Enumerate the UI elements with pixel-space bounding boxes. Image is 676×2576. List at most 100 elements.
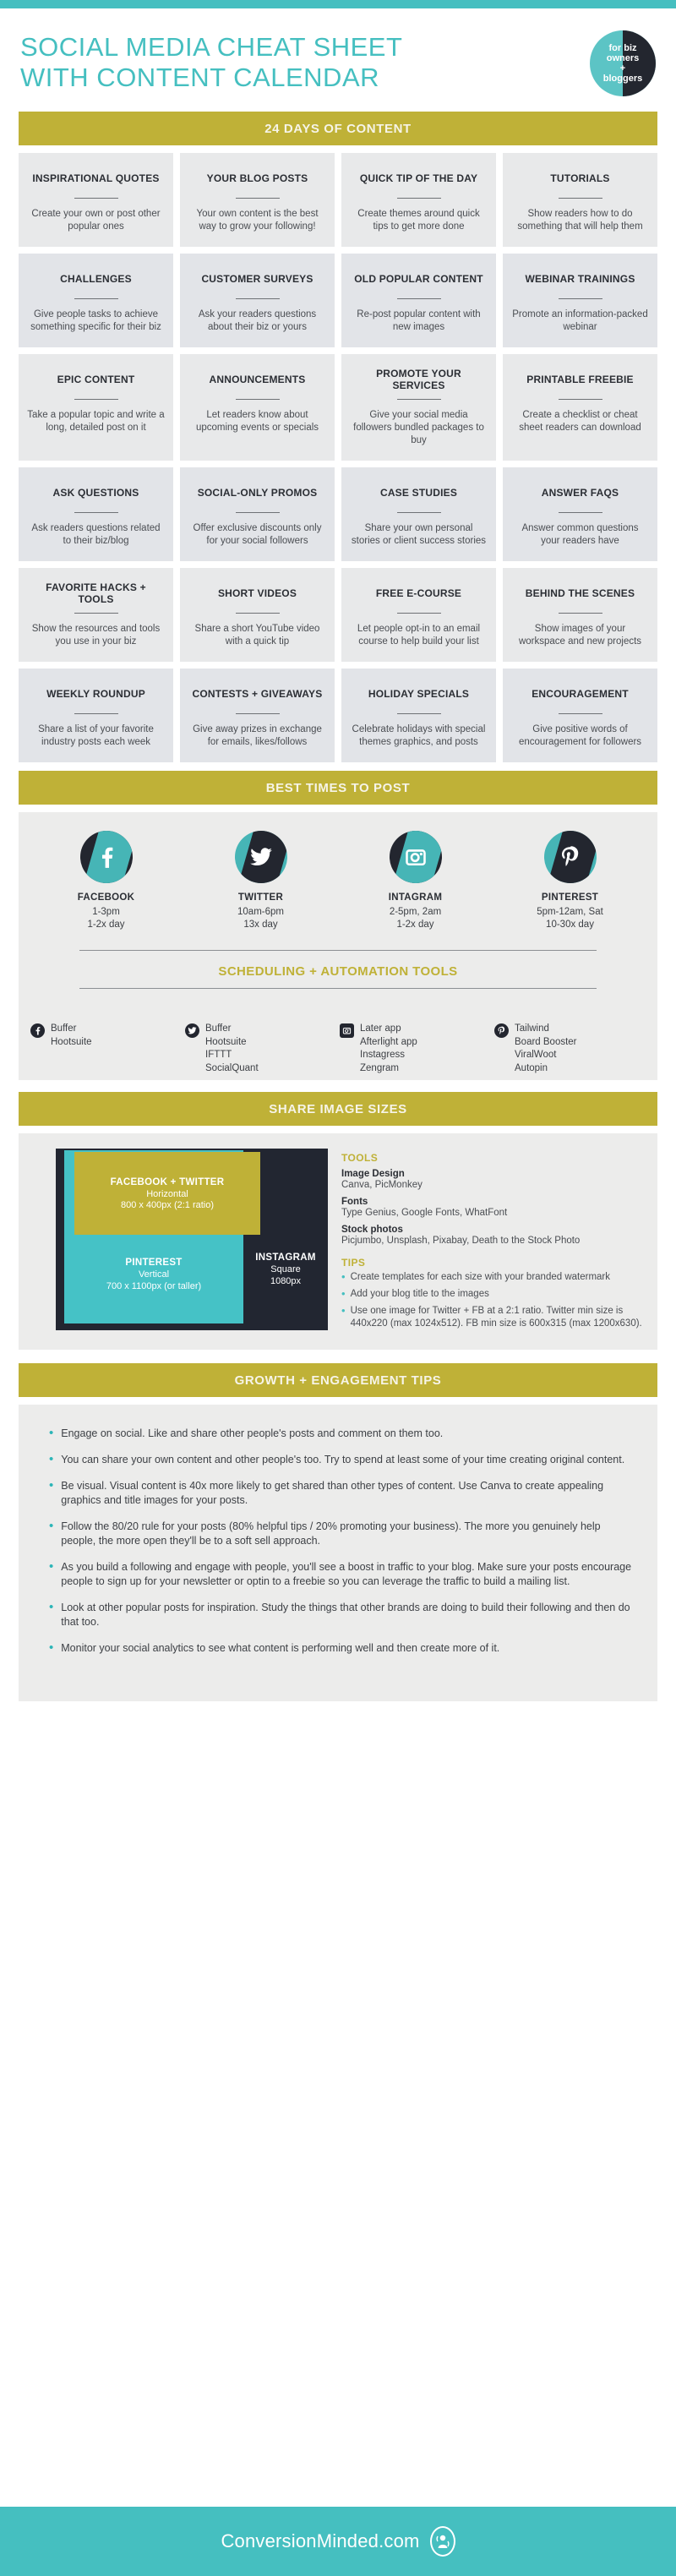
network-best-time: 10am-6pm	[237, 907, 284, 917]
calendar-card-title: INSPIRATIONAL QUOTES	[32, 172, 160, 184]
infographic-page: SOCIAL MEDIA CHEAT SHEET WITH CONTENT CA…	[0, 0, 676, 2576]
fb-tw-orientation: Horizontal	[146, 1188, 188, 1199]
calendar-card-divider	[235, 613, 280, 614]
calendar-card-divider	[74, 198, 118, 199]
calendar-card-description: Share your own personal stories or clien…	[351, 523, 487, 546]
calendar-card-title: YOUR BLOG POSTS	[206, 172, 308, 184]
calendar-card-divider	[558, 298, 602, 299]
page-header: SOCIAL MEDIA CHEAT SHEET WITH CONTENT CA…	[0, 8, 676, 112]
bullet-icon: •	[49, 1452, 54, 1466]
calendar-card-divider	[558, 198, 602, 199]
calendar-card: ENCOURAGEMENT Give positive words of enco…	[503, 669, 657, 762]
content-calendar-grid: INSPIRATIONAL QUOTES Create your own or p…	[19, 153, 657, 762]
network-name: TWITTER	[237, 892, 284, 903]
tool-name: Board Booster	[515, 1036, 577, 1047]
tool-name: IFTTT	[205, 1050, 232, 1060]
scheduling-tool-group: Buffer Hootsuite	[30, 1023, 182, 1075]
tool-name: Zengram	[360, 1062, 400, 1073]
tool-name: ViralWoot	[515, 1050, 557, 1060]
badge-line-1: for biz	[608, 43, 637, 53]
growth-tip-item: • You can share your own content and othe…	[49, 1453, 634, 1467]
calendar-card-divider	[558, 713, 602, 714]
badge-line-4: bloggers	[602, 74, 643, 84]
calendar-card-description: Answer common questions your readers hav…	[521, 523, 639, 546]
calendar-card-divider	[558, 399, 602, 400]
calendar-card-divider	[558, 613, 602, 614]
calendar-card-description: Give away prizes in exchange for emails,…	[193, 724, 322, 747]
calendar-card: ANNOUNCEMENTS Let readers know about upco…	[180, 354, 335, 461]
size-tip-text: Create templates for each size with your…	[350, 1272, 611, 1282]
calendar-card-description: Show images of your workspace and new pr…	[518, 624, 642, 647]
calendar-card-description: Share a list of your favorite industry p…	[38, 724, 154, 747]
image-sizes-banner: SHARE IMAGE SIZES	[19, 1092, 657, 1126]
calendar-card: QUICK TIP OF THE DAY Create themes around…	[341, 153, 496, 247]
tool-name: Buffer	[205, 1023, 232, 1034]
audience-badge: for biz owners + bloggers	[590, 30, 656, 96]
bullet-icon: •	[49, 1519, 54, 1533]
calendar-card-title: ENCOURAGEMENT	[532, 688, 629, 700]
title-line-1: SOCIAL MEDIA CHEAT SHEET	[20, 32, 403, 62]
tool-group-label: Image Design	[341, 1169, 405, 1179]
tool-name: Hootsuite	[51, 1036, 92, 1047]
calendar-card-description: Let people opt-in to an email course to …	[357, 624, 481, 647]
badge-line-3: +	[619, 63, 626, 74]
calendar-card: INSPIRATIONAL QUOTES Create your own or p…	[19, 153, 173, 247]
instagram-icon	[340, 1023, 354, 1038]
calendar-card: OLD POPULAR CONTENT Re-post popular conte…	[341, 254, 496, 347]
tool-name: Autopin	[515, 1062, 548, 1073]
instagram-dimensions: 1080px	[270, 1276, 302, 1286]
calendar-card-divider	[74, 713, 118, 714]
calendar-card-divider	[396, 198, 441, 199]
growth-tip-text: Look at other popular posts for inspirat…	[61, 1602, 630, 1628]
calendar-card-description: Celebrate holidays with special themes g…	[352, 724, 486, 747]
tool-name: Later app	[360, 1023, 401, 1034]
calendar-card: WEEKLY ROUNDUP Share a list of your favor…	[19, 669, 173, 762]
pinterest-orientation: Vertical	[138, 1269, 170, 1280]
facebook-twitter-size-box: FACEBOOK + TWITTER Horizontal 800 x 400p…	[74, 1152, 260, 1235]
calendar-card-description: Share a short YouTube video with a quick…	[194, 624, 320, 647]
bullet-icon: •	[49, 1426, 54, 1440]
calendar-card-divider	[396, 713, 441, 714]
calendar-card: CONTESTS + GIVEAWAYS Give away prizes in …	[180, 669, 335, 762]
network-frequency: 13x day	[243, 920, 278, 930]
network-best-time: 1-3pm	[92, 907, 120, 917]
network-column: INTAGRAM 2-5pm, 2am 1-2x day	[340, 831, 491, 931]
calendar-card-title: FREE E-COURSE	[375, 587, 462, 599]
pinterest-icon	[494, 1023, 509, 1038]
network-best-time: 2-5pm, 2am	[389, 907, 442, 917]
network-column: PINTEREST 5pm-12am, Sat 10-30x day	[494, 831, 646, 931]
tips-heading: TIPS	[341, 1257, 366, 1269]
calendar-card-divider	[396, 613, 441, 614]
tool-group-value: Type Genius, Google Fonts, WhatFont	[341, 1208, 508, 1218]
divider-rule-1	[79, 950, 597, 951]
calendar-card-description: Show the resources and tools you use in …	[31, 624, 161, 647]
calendar-card-title: TUTORIALS	[550, 172, 610, 184]
network-glyph	[544, 831, 597, 883]
calendar-card: YOUR BLOG POSTS Your own content is the b…	[180, 153, 335, 247]
title-line-2: WITH CONTENT CALENDAR	[20, 63, 380, 92]
image-size-diagram: FACEBOOK + TWITTER Horizontal 800 x 400p…	[32, 1149, 328, 1330]
growth-tip-item: • Engage on social. Like and share other …	[49, 1427, 634, 1441]
instagram-icon	[389, 831, 442, 883]
calendar-card-title: PROMOTE YOUR SERVICES	[376, 368, 461, 391]
bullet-icon: •	[341, 1287, 346, 1300]
calendar-card: WEBINAR TRAININGS Promote an information-…	[503, 254, 657, 347]
growth-tip-item: • Monitor your social analytics to see wh…	[49, 1641, 634, 1656]
calendar-card-title: CASE STUDIES	[379, 487, 458, 499]
growth-panel: • Engage on social. Like and share other …	[19, 1405, 657, 1701]
tool-name: Instagress	[360, 1050, 406, 1060]
calendar-card-divider	[396, 298, 441, 299]
fb-tw-title: FACEBOOK + TWITTER	[110, 1176, 225, 1187]
network-glyph	[80, 831, 133, 883]
calendar-card-description: Take a popular topic and write a long, d…	[27, 410, 165, 433]
size-tip-text: Add your blog title to the images	[350, 1289, 489, 1299]
image-sizes-panel: FACEBOOK + TWITTER Horizontal 800 x 400p…	[19, 1133, 657, 1350]
calendar-section-banner: 24 DAYS OF CONTENT	[19, 112, 657, 145]
calendar-card-description: Create your own or post other popular on…	[31, 209, 161, 232]
calendar-card-title: CHALLENGES	[60, 273, 132, 285]
calendar-card-divider	[74, 399, 118, 400]
image-tools-info: TOOLS Image Design Canva, PicMonkey Fonts T…	[341, 1149, 644, 1334]
calendar-card-description: Ask your readers questions about their b…	[198, 309, 317, 332]
facebook-icon	[30, 1023, 45, 1038]
tool-name: Tailwind	[515, 1023, 549, 1034]
